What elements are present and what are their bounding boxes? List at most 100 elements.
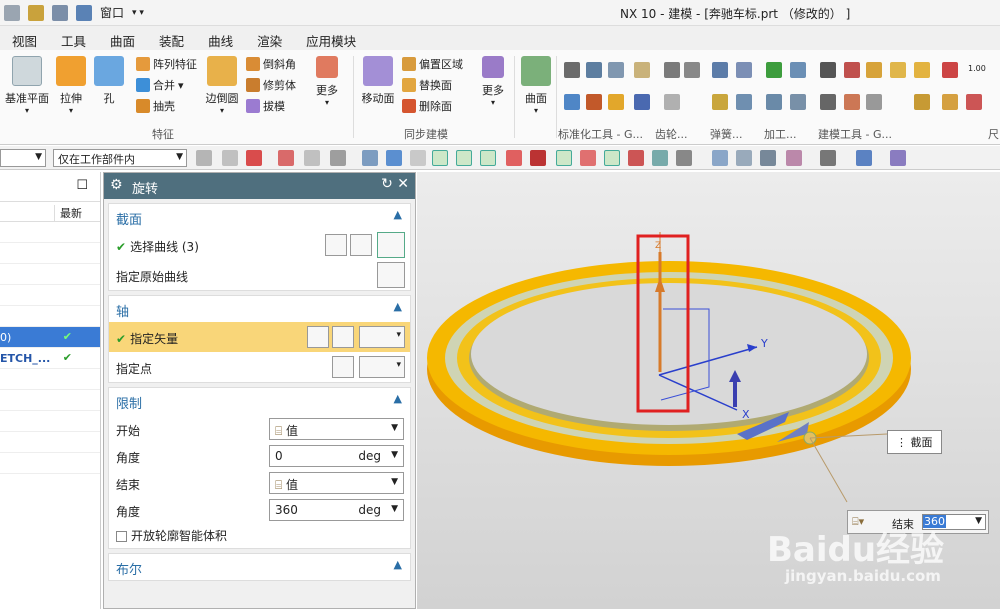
- gear-tool-icon[interactable]: [664, 94, 680, 110]
- origin-curve-button[interactable]: [377, 262, 405, 288]
- vector-type-dropdown[interactable]: ▾: [359, 326, 405, 348]
- open-profile-row[interactable]: 开放轮廓智能体积: [109, 522, 410, 548]
- open-profile-checkbox[interactable]: 开放轮廓智能体积: [116, 527, 227, 544]
- offset-region-button[interactable]: 偏置区域: [402, 56, 463, 72]
- machining-tool-icon[interactable]: [766, 62, 782, 78]
- snap-intersect-icon[interactable]: [530, 150, 546, 166]
- build-tool-icon[interactable]: [820, 94, 836, 110]
- pattern-feature-button[interactable]: 阵列特征: [136, 56, 197, 72]
- save-icon[interactable]: [4, 4, 20, 21]
- dimension-tool-icon[interactable]: [942, 62, 958, 78]
- machining-tool-icon[interactable]: [790, 94, 806, 110]
- gear-tool-icon[interactable]: [664, 62, 680, 78]
- tab-application[interactable]: 应用模块: [294, 26, 368, 50]
- select-curve-button[interactable]: [377, 232, 405, 258]
- draft-button[interactable]: 拔模: [246, 98, 285, 114]
- build-tool-icon[interactable]: [890, 62, 906, 78]
- view-icon[interactable]: [786, 150, 802, 166]
- delete-face-button[interactable]: 删除面: [402, 98, 452, 114]
- spring-tool-icon[interactable]: [736, 94, 752, 110]
- rectangle-select-icon[interactable]: [330, 150, 346, 166]
- build-tool-icon[interactable]: [820, 62, 836, 78]
- std-tool-icon[interactable]: [634, 94, 650, 110]
- std-tool-icon[interactable]: [564, 94, 580, 110]
- end-type-select[interactable]: ⌸ 值 ▼: [269, 472, 404, 494]
- chevron-up-icon[interactable]: ▲: [394, 558, 402, 571]
- rotate-icon[interactable]: [760, 150, 776, 166]
- list-item[interactable]: [0, 369, 100, 390]
- std-tool-icon[interactable]: [586, 62, 602, 78]
- list-item[interactable]: [0, 453, 100, 474]
- build-tool-icon[interactable]: [866, 62, 882, 78]
- ring-model[interactable]: [427, 261, 911, 466]
- list-item[interactable]: 0) ✔: [0, 327, 100, 348]
- view-icon[interactable]: [712, 150, 728, 166]
- window-icon[interactable]: [76, 4, 92, 21]
- shell-button[interactable]: 抽壳: [136, 98, 175, 114]
- trim-body-button[interactable]: 修剪体: [246, 77, 296, 93]
- datum-plane-button[interactable]: 基准平面 ▾: [4, 56, 50, 115]
- snap-midpoint-icon[interactable]: [456, 150, 472, 166]
- snap-icon[interactable]: [222, 150, 238, 166]
- list-item[interactable]: [0, 432, 100, 453]
- list-item[interactable]: [0, 285, 100, 306]
- tab-view[interactable]: 视图: [0, 26, 49, 50]
- snap-icon[interactable]: [362, 150, 378, 166]
- tab-tools[interactable]: 工具: [49, 26, 98, 50]
- snap-icon[interactable]: [676, 150, 692, 166]
- chevron-up-icon[interactable]: ▲: [394, 300, 402, 313]
- start-angle-input[interactable]: 0 deg ▼: [269, 445, 404, 467]
- chevron-down-icon[interactable]: ▾ ▾: [132, 8, 144, 18]
- render-style-icon[interactable]: [890, 150, 906, 166]
- snap-quadrant-icon[interactable]: [580, 150, 596, 166]
- dimension-tool-icon[interactable]: [942, 94, 958, 110]
- window-menu[interactable]: 窗口: [100, 4, 124, 21]
- more-sync-button[interactable]: 更多 ▾: [478, 56, 508, 107]
- list-item[interactable]: [0, 390, 100, 411]
- dimension-value[interactable]: 1.00: [968, 64, 986, 73]
- list-item[interactable]: [0, 306, 100, 327]
- chevron-up-icon[interactable]: ▲: [394, 392, 402, 405]
- snap-icon[interactable]: [386, 150, 402, 166]
- build-tool-icon[interactable]: [866, 94, 882, 110]
- section-header[interactable]: 截面 ▲: [109, 204, 410, 230]
- build-tool-icon[interactable]: [914, 94, 930, 110]
- std-tool-icon[interactable]: [608, 94, 624, 110]
- specify-vector-row[interactable]: ✔ 指定矢量 ▾: [109, 322, 410, 352]
- build-tool-icon[interactable]: [844, 62, 860, 78]
- build-tool-icon[interactable]: [914, 62, 930, 78]
- render-style-icon[interactable]: [820, 150, 836, 166]
- start-type-select[interactable]: ⌸ 值 ▼: [269, 418, 404, 440]
- snap-icon[interactable]: [628, 150, 644, 166]
- reverse-direction-button[interactable]: [307, 326, 329, 348]
- std-tool-icon[interactable]: [564, 62, 580, 78]
- specify-point-row[interactable]: 指定点 ▾: [109, 352, 410, 382]
- sketch-section-button[interactable]: [350, 234, 372, 256]
- select-curve-row[interactable]: ✔ 选择曲线 (3): [109, 230, 410, 260]
- boolean-header[interactable]: 布尔 ▲: [109, 554, 410, 580]
- list-item[interactable]: [0, 222, 100, 243]
- spring-tool-icon[interactable]: [712, 94, 728, 110]
- snap-icon[interactable]: [652, 150, 668, 166]
- snap-arc-icon[interactable]: [506, 150, 522, 166]
- navigator-column-header[interactable]: 最新: [0, 202, 100, 222]
- type-filter-select[interactable]: ▼: [0, 149, 46, 167]
- tab-assembly[interactable]: 装配: [147, 26, 196, 50]
- edge-blend-button[interactable]: 边倒圆 ▾: [204, 56, 240, 115]
- snap-icon[interactable]: [246, 150, 262, 166]
- spring-tool-icon[interactable]: [712, 62, 728, 78]
- graphics-viewport[interactable]: Y X Z ⋮ 截面 ⌸▾ 结束 360 ▼ Baidu经验 jingyan.ba: [417, 172, 1000, 609]
- move-face-button[interactable]: 移动面: [358, 56, 398, 106]
- snap-endpoint-icon[interactable]: [432, 150, 448, 166]
- limits-header[interactable]: 限制 ▲: [109, 388, 410, 414]
- dimension-tool-icon[interactable]: [966, 94, 982, 110]
- close-icon[interactable]: ✕: [397, 176, 409, 192]
- snap-control-icon[interactable]: [480, 150, 496, 166]
- replace-face-button[interactable]: 替换面: [402, 77, 452, 93]
- snap-icon[interactable]: [410, 150, 426, 166]
- snap-point-icon[interactable]: [604, 150, 620, 166]
- point-type-dropdown[interactable]: ▾: [359, 356, 405, 378]
- selection-scope-select[interactable]: 仅在工作部件内 ▼: [53, 149, 187, 167]
- point-dialog-button[interactable]: [332, 356, 354, 378]
- touch-mode-icon[interactable]: [52, 4, 68, 21]
